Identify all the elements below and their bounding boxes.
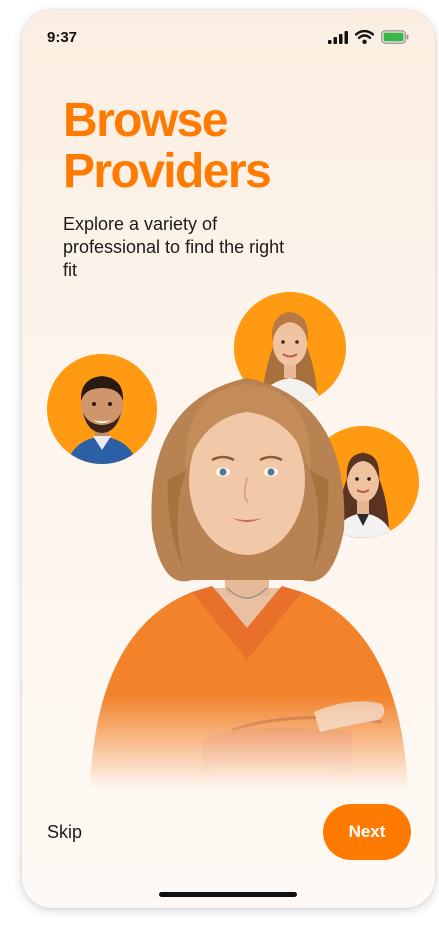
status-icons: [328, 30, 409, 44]
phone-screen: 9:37 Browse Providers Explore a variety …: [22, 10, 435, 908]
wifi-icon: [355, 30, 374, 44]
hero-illustration: [82, 360, 412, 790]
battery-icon: [381, 30, 409, 44]
subtitle: Explore a variety of professional to fin…: [63, 214, 285, 280]
status-bar: 9:37: [22, 10, 435, 60]
skip-button[interactable]: Skip: [47, 822, 82, 843]
title-line-2: Providers: [63, 145, 272, 198]
cellular-signal-icon: [328, 30, 348, 44]
next-button[interactable]: Next: [323, 804, 411, 860]
status-time: 9:37: [47, 29, 78, 46]
home-indicator[interactable]: [159, 892, 297, 897]
page-title: Browse Providers: [63, 94, 272, 198]
title-line-1: Browse: [63, 94, 228, 147]
